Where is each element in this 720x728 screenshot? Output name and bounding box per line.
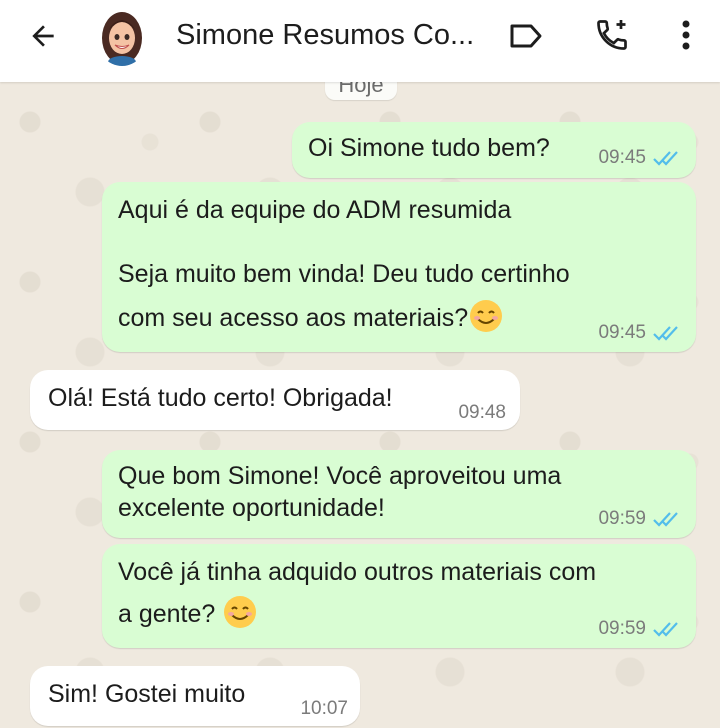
- message-meta: 09:45: [598, 322, 682, 344]
- message-text: excelente oportunidade!: [118, 494, 385, 522]
- message-incoming[interactable]: Olá! Está tudo certo! Obrigada! 09:48: [30, 370, 520, 430]
- message-time: 10:07: [300, 698, 348, 719]
- message-outgoing[interactable]: Você já tinha adquido outros materiais c…: [102, 544, 696, 648]
- contact-avatar[interactable]: [96, 8, 148, 66]
- message-outgoing[interactable]: Aqui é da equipe do ADM resumida Seja mu…: [102, 182, 696, 352]
- message-time: 09:59: [598, 508, 646, 529]
- message-time: 09:48: [458, 402, 506, 423]
- read-check-icon: [652, 510, 682, 528]
- label-button[interactable]: [504, 14, 548, 58]
- add-call-button[interactable]: [590, 12, 634, 58]
- message-meta: 09:59: [598, 618, 682, 640]
- label-icon: [510, 24, 542, 48]
- message-outgoing[interactable]: Oi Simone tudo bem? 09:45: [292, 122, 696, 178]
- message-text: Aqui é da equipe do ADM resumida: [118, 196, 512, 224]
- message-text: Sim! Gostei muito: [48, 680, 246, 708]
- message-text: Seja muito bem vinda! Deu tudo certinho: [118, 260, 570, 288]
- chat-area[interactable]: Hoje Oi Simone tudo bem? 09:45 Aqui é da…: [0, 82, 720, 728]
- chat-header: Simone Resumos Co...: [0, 0, 720, 82]
- message-text: Você já tinha adquido outros materiais c…: [118, 558, 597, 586]
- arrow-left-icon: [32, 25, 54, 47]
- message-text: a gente?: [118, 594, 258, 630]
- message-text: Que bom Simone! Você aproveitou uma: [118, 462, 562, 490]
- message-meta: 09:45: [598, 147, 682, 169]
- message-meta: 10:07: [300, 698, 348, 720]
- message-meta: 09:59: [598, 508, 682, 530]
- message-text: Oi Simone tudo bem?: [308, 134, 550, 162]
- more-options-button[interactable]: [664, 12, 708, 58]
- smiling-face-emoji: [224, 596, 257, 628]
- contact-name[interactable]: Simone Resumos Co...: [176, 16, 486, 54]
- add-call-icon: [597, 20, 627, 50]
- message-text: com seu acesso aos materiais?: [118, 298, 504, 334]
- date-chip: Hoje: [325, 82, 397, 100]
- smiling-face-emoji: [470, 300, 503, 332]
- read-check-icon: [652, 149, 682, 167]
- back-button[interactable]: [18, 14, 68, 58]
- message-incoming[interactable]: Sim! Gostei muito 10:07: [30, 666, 360, 726]
- message-time: 09:59: [598, 618, 646, 639]
- message-text: Olá! Está tudo certo! Obrigada!: [48, 384, 393, 412]
- more-vert-icon: [682, 20, 690, 50]
- read-check-icon: [652, 620, 682, 638]
- message-time: 09:45: [598, 322, 646, 343]
- message-time: 09:45: [598, 147, 646, 168]
- message-outgoing[interactable]: Que bom Simone! Você aproveitou uma exce…: [102, 450, 696, 538]
- message-meta: 09:48: [458, 402, 506, 424]
- read-check-icon: [652, 324, 682, 342]
